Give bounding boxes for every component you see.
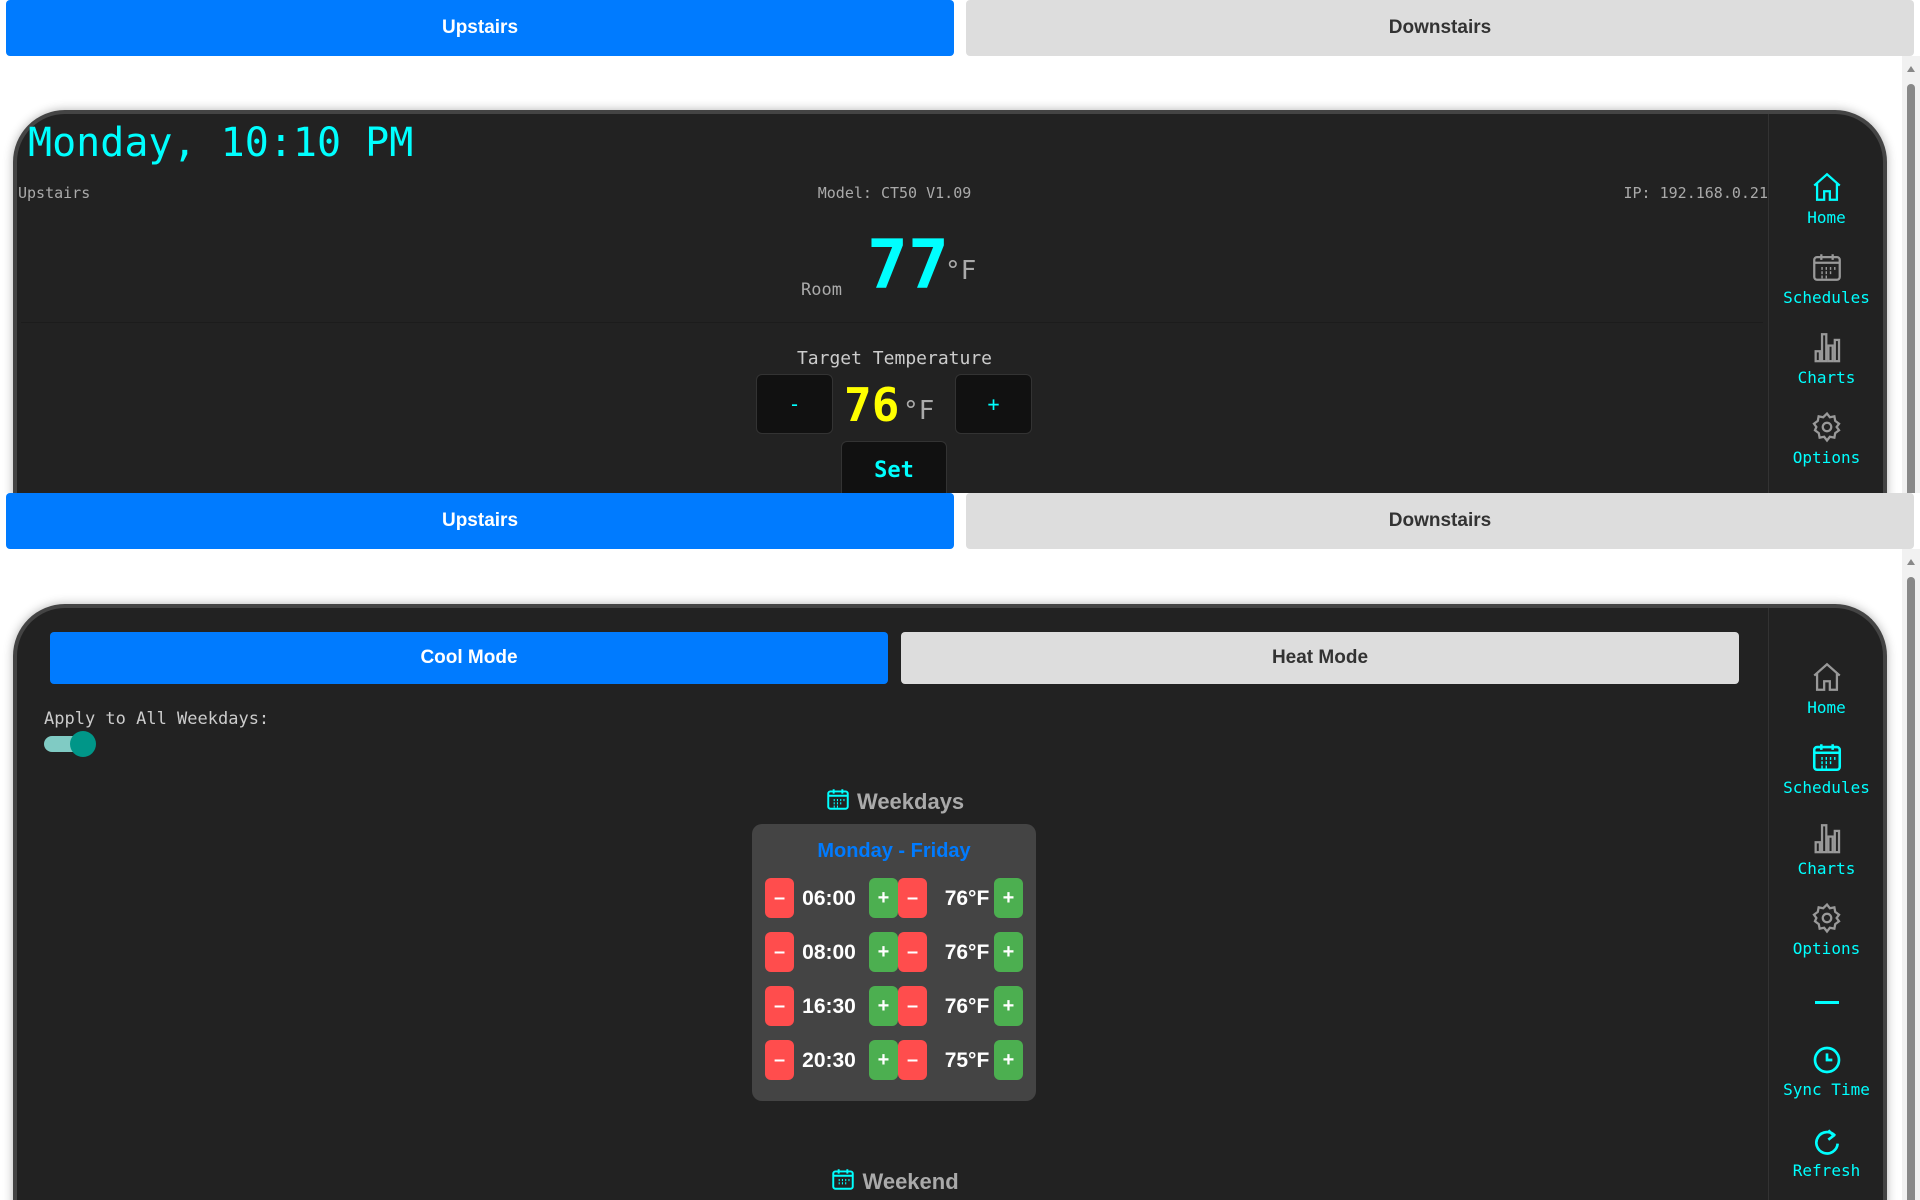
nav-home-label: Home [1807,208,1846,227]
gear-icon [1811,411,1841,443]
apply-all-label: Apply to All Weekdays: [44,709,270,729]
tab-downstairs[interactable]: Downstairs [966,493,1914,549]
nav-options-label: Options [1792,448,1861,467]
cool-mode-tab[interactable]: Cool Mode [50,632,888,684]
weekdays-heading: Weekdays [17,786,1772,815]
schedules-view: Upstairs Downstairs Cool Mode Heat Mode … [0,493,1920,1200]
target-temperature: 76 [844,378,900,432]
divider [1815,1001,1839,1004]
target-label: Target Temperature [796,348,993,369]
decrease-target-button[interactable]: - [756,374,833,434]
decrease-time-button[interactable]: – [765,878,794,918]
decrease-temp-button[interactable]: – [898,878,927,918]
decrease-temp-button[interactable]: – [898,932,927,972]
nav-home-label: Home [1807,698,1846,717]
nav-charts[interactable]: Charts [1769,330,1884,387]
tab-upstairs[interactable]: Upstairs [6,0,954,56]
weekdays-card: Monday - Friday – 06:00 + – 76°F + – 08:… [752,824,1036,1101]
increase-time-button[interactable]: + [869,1040,898,1080]
increase-temp-button[interactable]: + [994,878,1023,918]
home-view: Upstairs Downstairs Monday, 10:10 PM Ups… [0,0,1920,493]
nav-home[interactable]: Home [1769,660,1884,717]
nav-charts-label: Charts [1797,859,1856,878]
nav-refresh-label: Refresh [1792,1161,1861,1180]
calendar-icon [827,789,849,810]
target-unit: °F [903,396,935,426]
schedule-time: 06:00 [802,887,856,910]
thermostat-panel: Monday, 10:10 PM Upstairs Model: CT50 V1… [13,110,1887,493]
tab-downstairs[interactable]: Downstairs [966,0,1914,56]
schedules-panel: Cool Mode Heat Mode Apply to All Weekday… [13,604,1887,1200]
ip-label: IP: 192.168.0.21 [1623,184,1769,202]
refresh-icon [1814,1129,1839,1155]
nav-sync-label: Sync Time [1783,1080,1870,1099]
weekdays-title: Weekdays [856,789,965,814]
nav-schedules[interactable]: Schedules [1769,250,1884,307]
increase-temp-button[interactable]: + [994,986,1023,1026]
sidebar: Home Schedules Charts Options [1768,114,1883,493]
scrollbar[interactable] [1902,56,1920,493]
nav-sync-time[interactable]: Sync Time [1769,1044,1884,1099]
nav-home[interactable]: Home [1769,170,1884,227]
increase-time-button[interactable]: + [869,932,898,972]
increase-time-button[interactable]: + [869,878,898,918]
clock-icon [1813,1046,1840,1074]
room-temperature: 77 [867,226,949,305]
decrease-time-button[interactable]: – [765,1040,794,1080]
bar-chart-icon [1814,824,1840,854]
nav-options[interactable]: Options [1769,410,1884,467]
calendar-icon [832,1169,855,1190]
increase-time-button[interactable]: + [869,986,898,1026]
room-unit: °F [945,256,977,286]
increase-temp-button[interactable]: + [994,932,1023,972]
nav-schedules[interactable]: Schedules [1769,740,1884,797]
datetime: Monday, 10:10 PM [28,120,414,166]
increase-target-button[interactable]: + [955,374,1032,434]
tab-upstairs[interactable]: Upstairs [6,493,954,549]
calendar-icon [1812,254,1841,281]
weekend-title: Weekend [862,1169,959,1194]
decrease-time-button[interactable]: – [765,932,794,972]
schedule-time: 20:30 [802,1049,856,1072]
nav-charts-label: Charts [1797,368,1856,387]
nav-schedules-label: Schedules [1783,778,1870,797]
calendar-icon [1812,744,1841,772]
nav-charts[interactable]: Charts [1769,821,1884,878]
nav-options-label: Options [1792,939,1861,958]
nav-options[interactable]: Options [1769,901,1884,958]
home-icon [1812,172,1841,201]
model-label: Model: CT50 V1.09 [817,184,972,202]
home-icon [1812,662,1841,691]
decrease-temp-button[interactable]: – [898,986,927,1026]
decrease-temp-button[interactable]: – [898,1040,927,1080]
heat-mode-tab[interactable]: Heat Mode [901,632,1739,684]
nav-refresh[interactable]: Refresh [1769,1125,1884,1180]
increase-temp-button[interactable]: + [994,1040,1023,1080]
scrollbar[interactable] [1902,549,1920,1200]
decrease-time-button[interactable]: – [765,986,794,1026]
weekdays-range: Monday - Friday [817,840,971,862]
gear-icon [1811,902,1841,934]
bar-chart-icon [1814,333,1840,363]
sidebar: Home Schedules Charts Options Sync Time … [1768,608,1883,1200]
weekend-heading: Weekend [17,1166,1772,1195]
set-button[interactable]: Set [841,441,947,493]
room-label: Room [801,280,842,300]
apply-all-toggle[interactable] [44,731,96,757]
nav-schedules-label: Schedules [1783,288,1870,307]
schedule-time: 16:30 [802,995,856,1018]
schedule-time: 08:00 [802,941,856,964]
